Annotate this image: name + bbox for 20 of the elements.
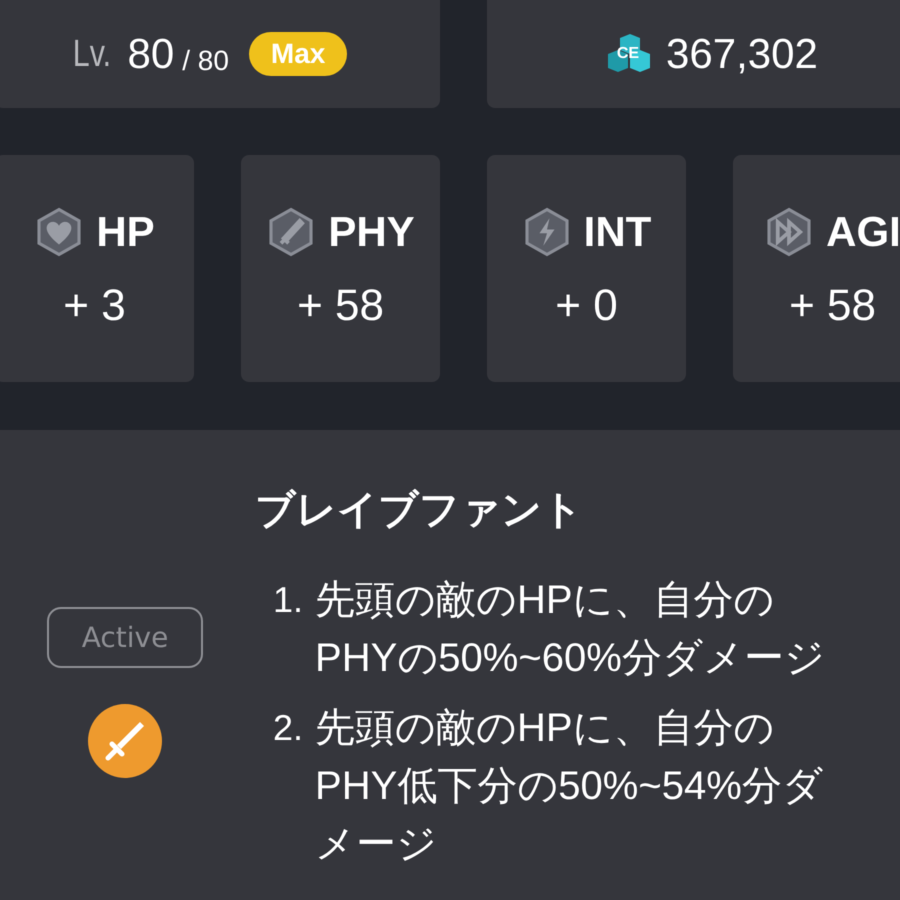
ce-value: 367,302 xyxy=(666,30,818,78)
skill-type-tag: Active xyxy=(46,607,204,668)
effect-text: 先頭の敵のHPに、自分のPHYの50%~60%分ダメージ xyxy=(315,577,826,682)
level-value: 80 xyxy=(127,30,174,78)
stat-value: + 58 xyxy=(789,281,876,331)
effect-text: 先頭の敵のHPに、自分のPHY低下分の50%~54%分ダメージ xyxy=(315,705,824,868)
level-label: Lv. xyxy=(72,32,111,76)
stat-value: + 3 xyxy=(63,281,126,331)
stat-value: + 58 xyxy=(297,281,384,331)
sword-icon xyxy=(88,704,162,778)
stat-label: AGI xyxy=(826,208,900,256)
stat-label: INT xyxy=(584,208,652,256)
stat-label: PHY xyxy=(328,208,415,256)
stat-value: + 0 xyxy=(555,281,618,331)
stat-label: HP xyxy=(96,208,155,256)
max-badge: Max xyxy=(248,32,348,76)
skill-name: ブレイブファント xyxy=(255,486,584,535)
list-number: 2. xyxy=(273,706,304,750)
list-number: 1. xyxy=(273,578,304,622)
level-max: / 80 xyxy=(182,45,229,77)
